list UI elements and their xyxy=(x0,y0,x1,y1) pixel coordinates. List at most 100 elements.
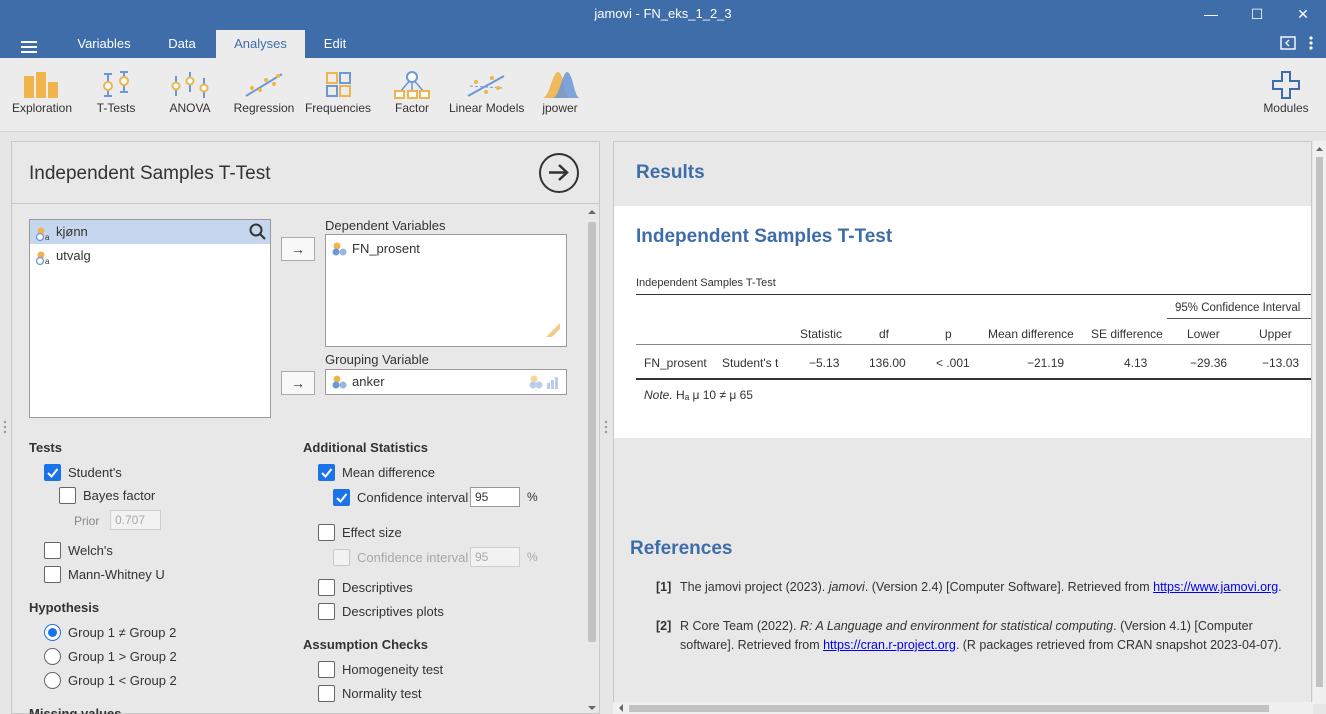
cell-variable: FN_prosent xyxy=(644,356,707,370)
results-heading: Results xyxy=(636,162,705,183)
left-splitter-handle[interactable] xyxy=(3,420,7,434)
ribbon-ttests[interactable]: T-Tests xyxy=(79,70,153,115)
analyses-ribbon: Exploration T-Tests ANOVA Regression Fre… xyxy=(0,58,1326,132)
col-statistic: Statistic xyxy=(800,327,843,341)
table-rule xyxy=(636,294,1311,295)
plus-icon xyxy=(1266,70,1306,100)
ttests-icon xyxy=(96,70,136,100)
factor-icon xyxy=(392,70,432,100)
hamburger-menu-icon[interactable] xyxy=(21,41,37,53)
missing-values-heading: Missing values xyxy=(29,706,122,714)
cran-link[interactable]: https://cran.r-project.org xyxy=(823,638,956,652)
scroll-up-icon[interactable] xyxy=(585,206,599,218)
tab-edit[interactable]: Edit xyxy=(314,30,356,58)
cell-upper: −13.03 xyxy=(1262,356,1300,370)
percent-label: % xyxy=(527,550,538,564)
linear-models-icon xyxy=(466,70,506,100)
ribbon-frequencies[interactable]: Frequencies xyxy=(301,70,375,115)
cell-statistic: −5.13 xyxy=(809,356,840,370)
ribbon-factor[interactable]: Factor xyxy=(375,70,449,115)
results-card[interactable]: Independent Samples T-Test Independent S… xyxy=(614,206,1311,438)
prior-input[interactable]: 0.707 xyxy=(110,510,161,530)
list-item[interactable]: FN_prosent xyxy=(326,239,420,259)
ribbon-modules[interactable]: Modules xyxy=(1249,70,1323,115)
cell-lower: −29.36 xyxy=(1190,356,1228,370)
checkmark-icon xyxy=(333,489,350,506)
percent-label: % xyxy=(527,490,538,504)
window-title: jamovi - FN_eks_1_2_3 xyxy=(594,6,732,21)
mode-toggle-icon[interactable] xyxy=(1280,36,1296,53)
list-item[interactable]: a kjønn xyxy=(30,220,270,244)
regression-icon xyxy=(244,70,284,100)
checkmark-icon xyxy=(318,464,335,481)
ribbon-jpower[interactable]: jpower xyxy=(523,70,597,115)
dependent-variables-label: Dependent Variables xyxy=(325,218,446,233)
close-button[interactable]: ✕ xyxy=(1280,0,1326,30)
analysis-options-panel: Independent Samples T-Test a kjønn a utv… xyxy=(11,141,600,714)
cell-mean-difference: −21.19 xyxy=(1027,356,1065,370)
more-options-icon[interactable] xyxy=(1308,36,1314,53)
ribbon-exploration[interactable]: Exploration xyxy=(5,70,79,115)
table-header-rule xyxy=(636,344,1311,345)
move-to-grouping-button[interactable]: → xyxy=(281,371,315,395)
table-bottom-rule xyxy=(636,378,1311,380)
ci-header-rule xyxy=(1167,318,1311,319)
jamovi-link[interactable]: https://www.jamovi.org xyxy=(1153,580,1278,594)
svg-text:a: a xyxy=(45,233,50,241)
scrollbar-thumb[interactable] xyxy=(588,222,596,642)
assumption-checks-heading: Assumption Checks xyxy=(303,637,428,652)
cell-se-difference: 4.13 xyxy=(1124,356,1148,370)
minimize-button[interactable]: — xyxy=(1188,0,1234,30)
continuous-variable-icon xyxy=(332,242,348,256)
col-df: df xyxy=(879,327,890,341)
effect-size-ci-input[interactable]: 95 xyxy=(470,547,520,567)
results-vertical-scrollbar[interactable] xyxy=(1313,141,1326,704)
reference-item: [2] R Core Team (2022). R: A Language an… xyxy=(656,619,1282,652)
cell-test: Student's t xyxy=(722,356,779,370)
col-lower: Lower xyxy=(1187,327,1220,341)
scrollbar-thumb[interactable] xyxy=(1316,157,1323,687)
options-scrollbar[interactable] xyxy=(585,204,599,714)
tab-data[interactable]: Data xyxy=(157,30,207,58)
results-panel: Results Independent Samples T-Test Indep… xyxy=(613,141,1312,704)
menu-bar: Variables Data Analyses Edit xyxy=(0,30,1326,58)
panel-splitter-handle[interactable] xyxy=(604,420,608,434)
mean-diff-ci-input[interactable]: 95 xyxy=(470,487,520,507)
scroll-down-icon[interactable] xyxy=(585,702,599,714)
list-item[interactable]: a utvalg xyxy=(30,244,270,268)
grouping-variable-label: Grouping Variable xyxy=(325,352,429,367)
variable-list[interactable]: a kjønn a utvalg xyxy=(29,219,271,418)
run-arrow-button[interactable] xyxy=(539,153,579,193)
tab-variables[interactable]: Variables xyxy=(64,30,144,58)
cell-df: 136.00 xyxy=(869,356,906,370)
scroll-up-icon[interactable] xyxy=(1313,143,1326,155)
list-item[interactable]: anker xyxy=(326,372,385,392)
dependent-variables-box[interactable]: FN_prosent xyxy=(325,234,567,347)
cell-p: < .001 xyxy=(936,356,970,370)
checkmark-icon xyxy=(44,464,61,481)
analysis-title: Independent Samples T-Test xyxy=(29,163,271,184)
ribbon-linear-models[interactable]: Linear Models xyxy=(449,70,524,115)
jpower-icon xyxy=(540,70,580,100)
reference-item: [1] The jamovi project (2023). jamovi. (… xyxy=(656,580,1282,594)
nominal-variable-icon xyxy=(332,375,348,389)
maximize-button[interactable]: ☐ xyxy=(1234,0,1280,30)
ribbon-regression[interactable]: Regression xyxy=(227,70,301,115)
ribbon-anova[interactable]: ANOVA xyxy=(153,70,227,115)
frequencies-icon xyxy=(318,70,358,100)
scrollbar-thumb[interactable] xyxy=(629,705,1269,712)
anova-icon xyxy=(170,70,210,100)
references-heading: References xyxy=(630,538,733,559)
col-se-difference: SE difference xyxy=(1091,327,1163,341)
exploration-icon xyxy=(22,70,62,100)
scroll-left-icon[interactable] xyxy=(615,702,627,714)
results-title: Independent Samples T-Test xyxy=(636,226,893,247)
grouping-variable-box[interactable]: anker xyxy=(325,369,567,395)
tab-analyses[interactable]: Analyses xyxy=(216,30,305,58)
tests-heading: Tests xyxy=(29,440,62,455)
nominal-variable-icon: a xyxy=(35,249,52,266)
move-to-dependent-button[interactable]: → xyxy=(281,237,315,261)
search-icon[interactable] xyxy=(248,222,268,242)
results-horizontal-scrollbar[interactable] xyxy=(613,702,1313,714)
prior-label: Prior xyxy=(74,514,100,528)
